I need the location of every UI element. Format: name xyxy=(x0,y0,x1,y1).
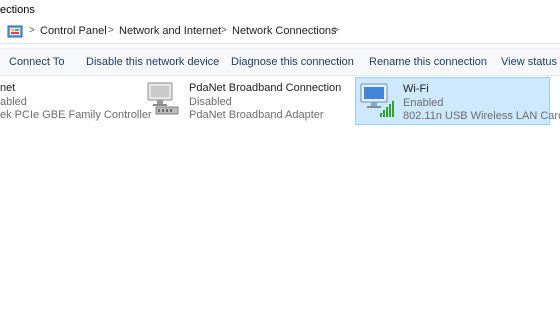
connection-status: Disabled xyxy=(189,96,232,108)
diagnose-connection-button[interactable]: Diagnose this connection xyxy=(231,56,354,68)
wifi-adapter-icon xyxy=(360,83,394,117)
rename-connection-button[interactable]: Rename this connection xyxy=(369,56,487,68)
connection-item-pdanet[interactable]: PdaNet Broadband Connection Disabled Pda… xyxy=(142,77,342,123)
breadcrumb-control-panel[interactable]: Control Panel xyxy=(40,25,107,37)
connection-device: ek PCIe GBE Family Controller xyxy=(0,109,152,121)
connection-status: Enabled xyxy=(403,97,444,109)
view-status-button[interactable]: View status of xyxy=(501,56,560,68)
chevron-right-icon[interactable]: > xyxy=(333,25,339,36)
connection-device: 802.11n USB Wireless LAN Card xyxy=(403,110,560,122)
connection-name: PdaNet Broadband Connection xyxy=(189,82,342,94)
disable-device-button[interactable]: Disable this network device xyxy=(86,56,219,68)
chevron-right-icon[interactable]: > xyxy=(221,25,227,36)
window-title: ections xyxy=(0,0,560,20)
connection-status: abled xyxy=(0,96,27,108)
breadcrumb-network-and-internet[interactable]: Network and Internet xyxy=(119,25,221,37)
connection-name: Wi-Fi xyxy=(403,83,429,95)
breadcrumb-network-connections[interactable]: Network Connections xyxy=(232,25,337,37)
chevron-right-icon[interactable]: > xyxy=(108,25,114,36)
command-bar: Connect To Disable this network device D… xyxy=(0,48,560,76)
connection-device: PdaNet Broadband Adapter xyxy=(189,109,324,121)
connection-item-ethernet[interactable]: net abled ek PCIe GBE Family Controller xyxy=(0,77,152,123)
connect-to-button[interactable]: Connect To xyxy=(9,56,64,68)
address-bar[interactable]: > Control Panel > Network and Internet >… xyxy=(0,21,560,44)
network-adapter-icon xyxy=(147,82,179,115)
connection-item-wifi[interactable]: Wi-Fi Enabled 802.11n USB Wireless LAN C… xyxy=(355,77,560,125)
chevron-right-icon: > xyxy=(29,25,35,36)
connection-name: net xyxy=(0,82,16,94)
control-panel-icon xyxy=(7,25,23,38)
